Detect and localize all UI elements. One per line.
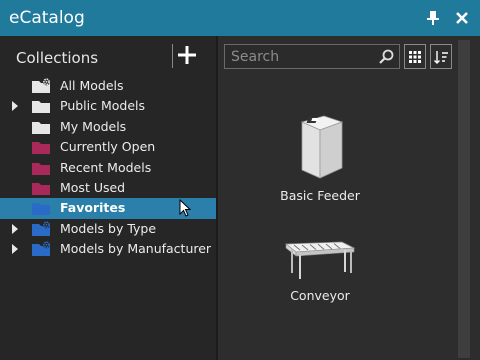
models-panel: Basic Feeder Conveyor xyxy=(218,36,480,360)
folder-icon xyxy=(32,182,50,195)
model-tile-basic-feeder[interactable]: Basic Feeder xyxy=(250,108,390,203)
collection-item-label: Favorites xyxy=(60,200,126,216)
close-icon xyxy=(456,12,468,24)
collection-item-most-used[interactable]: Most Used xyxy=(0,178,216,198)
collections-header: Collections xyxy=(16,49,99,67)
scrollbar[interactable] xyxy=(458,40,470,358)
model-label: Conveyor xyxy=(290,288,350,303)
collection-item-label: Currently Open xyxy=(60,139,156,155)
search-box xyxy=(224,44,400,69)
folder-settings-icon xyxy=(32,220,51,236)
collection-item-label: Models by Manufacturer xyxy=(60,241,212,257)
header-divider xyxy=(172,44,173,68)
folder-settings-icon xyxy=(32,78,51,93)
title-bar: eCatalog xyxy=(0,0,480,36)
feeder-icon xyxy=(300,115,344,179)
collection-item-label: Recent Models xyxy=(60,159,152,175)
expand-arrow-icon[interactable] xyxy=(11,101,19,112)
expand-arrow-icon[interactable] xyxy=(11,244,19,255)
folder-icon xyxy=(32,121,50,134)
search-input[interactable] xyxy=(231,45,377,68)
collection-item-label: Public Models xyxy=(60,98,146,114)
collection-item-currently-open[interactable]: Currently Open xyxy=(0,137,216,157)
window-title: eCatalog xyxy=(9,8,85,28)
folder-settings-icon xyxy=(32,241,51,257)
expand-arrow-icon[interactable] xyxy=(11,223,19,234)
collection-item-label: Models by Type xyxy=(60,220,157,236)
grid-view-button[interactable] xyxy=(404,44,426,69)
collections-tree: All Models Public Models My Models Currentl… xyxy=(0,76,216,260)
sort-button[interactable] xyxy=(430,44,452,69)
sort-icon xyxy=(434,50,448,64)
pin-button[interactable] xyxy=(422,7,444,29)
collection-item-all-models[interactable]: All Models xyxy=(0,76,216,96)
close-button[interactable] xyxy=(451,7,473,29)
collection-item-my-models[interactable]: My Models xyxy=(0,117,216,137)
collection-item-recent-models[interactable]: Recent Models xyxy=(0,158,216,178)
collection-item-label: My Models xyxy=(60,118,127,134)
folder-icon xyxy=(32,101,50,114)
mouse-cursor-icon xyxy=(179,199,191,218)
add-collection-button[interactable] xyxy=(176,44,198,66)
collection-item-label: Most Used xyxy=(60,179,126,195)
model-label: Basic Feeder xyxy=(280,188,360,203)
folder-icon xyxy=(32,162,50,175)
plus-icon xyxy=(178,46,196,64)
conveyor-icon xyxy=(284,241,356,279)
collection-item-public-models[interactable]: Public Models xyxy=(0,96,216,116)
collection-item-label: All Models xyxy=(60,78,124,93)
folder-icon xyxy=(32,142,50,155)
grid-icon xyxy=(409,50,421,63)
search-icon[interactable] xyxy=(378,48,395,65)
folder-icon xyxy=(32,203,50,216)
collection-item-models-by-type[interactable]: Models by Type xyxy=(0,219,216,239)
collection-item-favorites[interactable]: Favorites xyxy=(0,198,216,219)
collections-panel: Collections All Models Public Models My Mo… xyxy=(0,36,216,360)
pin-icon xyxy=(427,11,439,25)
model-tile-conveyor[interactable]: Conveyor xyxy=(250,236,390,303)
collection-item-models-by-manufacturer[interactable]: Models by Manufacturer xyxy=(0,239,216,259)
